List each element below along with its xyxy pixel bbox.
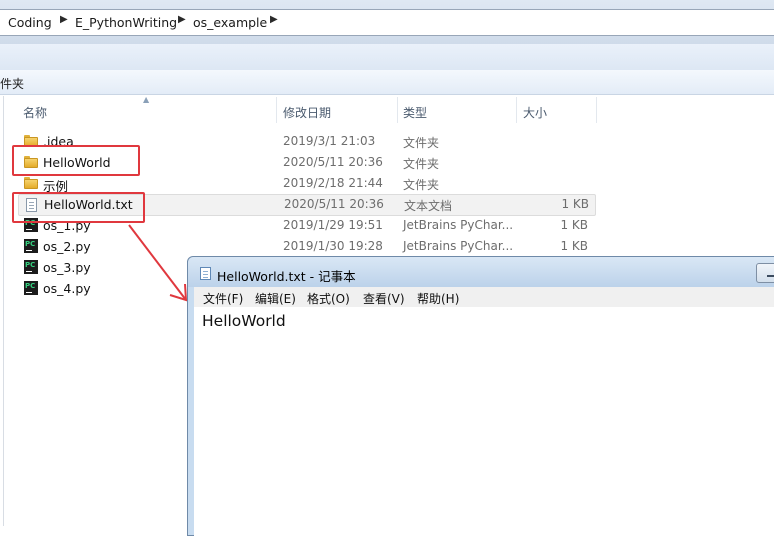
command-bar: 件夹	[0, 70, 774, 95]
breadcrumb-item-os-example[interactable]: os_example	[193, 15, 267, 30]
notepad-title-bar[interactable]: HelloWorld.txt - 记事本	[188, 257, 774, 287]
file-name: os_3.py	[43, 260, 91, 275]
notepad-icon	[200, 267, 211, 280]
menu-format[interactable]: 格式(O)	[307, 290, 350, 307]
column-header-size[interactable]: 大小	[523, 104, 547, 121]
breadcrumb[interactable]: Coding ▶ E_PythonWriting ▶ os_example ▶	[0, 9, 774, 36]
file-name: os_2.py	[43, 239, 91, 254]
column-header-modified[interactable]: 修改日期	[283, 104, 331, 121]
window-title: HelloWorld.txt - 记事本	[217, 269, 356, 284]
breadcrumb-item-e-pythonwriting[interactable]: E_PythonWriting	[75, 15, 177, 30]
menu-help[interactable]: 帮助(H)	[417, 290, 459, 307]
file-modified: 2020/5/11 20:36	[284, 197, 384, 211]
pane-divider[interactable]	[3, 96, 4, 526]
file-type: 文件夹	[403, 178, 440, 192]
file-type: 文件夹	[403, 157, 440, 171]
toolbar	[0, 44, 774, 71]
breadcrumb-separator-icon[interactable]: ▶	[60, 14, 68, 25]
text-editor-area[interactable]: HelloWorld	[194, 307, 774, 537]
minimize-icon	[767, 275, 774, 277]
file-type: 文本文档	[404, 199, 453, 213]
file-modified: 2019/1/30 19:28	[283, 239, 383, 253]
column-header-name[interactable]: 名称	[23, 104, 47, 121]
file-type: 文件夹	[403, 136, 440, 150]
document-text[interactable]: HelloWorld	[202, 312, 286, 330]
pycharm-file-icon: PC	[24, 260, 38, 274]
breadcrumb-item-coding[interactable]: Coding	[8, 15, 52, 30]
file-row-os-2-py[interactable]: PC os_2.py 2019/1/30 19:28 JetBrains PyC…	[18, 236, 594, 256]
file-size: 1 KB	[560, 218, 588, 232]
column-divider[interactable]	[516, 97, 517, 123]
file-name: os_4.py	[43, 281, 91, 296]
menu-file[interactable]: 文件(F)	[203, 290, 243, 307]
file-row-examples-folder[interactable]: 示例 2019/2/18 21:44 文件夹	[18, 173, 594, 194]
file-type: JetBrains PyChar...	[403, 218, 514, 232]
file-modified: 2019/3/1 21:03	[283, 134, 376, 148]
menu-bar: 文件(F) 编辑(E) 格式(O) 查看(V) 帮助(H)	[194, 287, 774, 308]
highlight-box-helloworld-folder	[12, 145, 140, 176]
new-folder-button[interactable]: 件夹	[0, 75, 24, 92]
file-modified: 2019/2/18 21:44	[283, 176, 383, 190]
breadcrumb-separator-icon[interactable]: ▶	[270, 14, 278, 25]
file-type: JetBrains PyChar...	[403, 239, 514, 253]
sort-ascending-icon: ▲	[143, 95, 150, 104]
notepad-window[interactable]: HelloWorld.txt - 记事本 文件(F) 编辑(E) 格式(O) 查…	[187, 256, 774, 537]
minimize-button[interactable]	[756, 263, 774, 283]
pycharm-file-icon: PC	[24, 239, 38, 253]
pycharm-file-icon: PC	[24, 281, 38, 295]
breadcrumb-separator-icon[interactable]: ▶	[178, 14, 186, 25]
column-divider[interactable]	[276, 97, 277, 123]
menu-view[interactable]: 查看(V)	[363, 290, 405, 307]
file-modified: 2019/1/29 19:51	[283, 218, 383, 232]
file-size: 1 KB	[560, 239, 588, 253]
highlight-box-helloworld-txt	[12, 192, 145, 223]
folder-icon	[24, 177, 38, 189]
column-divider[interactable]	[596, 97, 597, 123]
menu-edit[interactable]: 编辑(E)	[255, 290, 296, 307]
file-size: 1 KB	[561, 197, 589, 211]
file-modified: 2020/5/11 20:36	[283, 155, 383, 169]
column-header-type[interactable]: 类型	[403, 104, 427, 121]
column-divider[interactable]	[397, 97, 398, 123]
